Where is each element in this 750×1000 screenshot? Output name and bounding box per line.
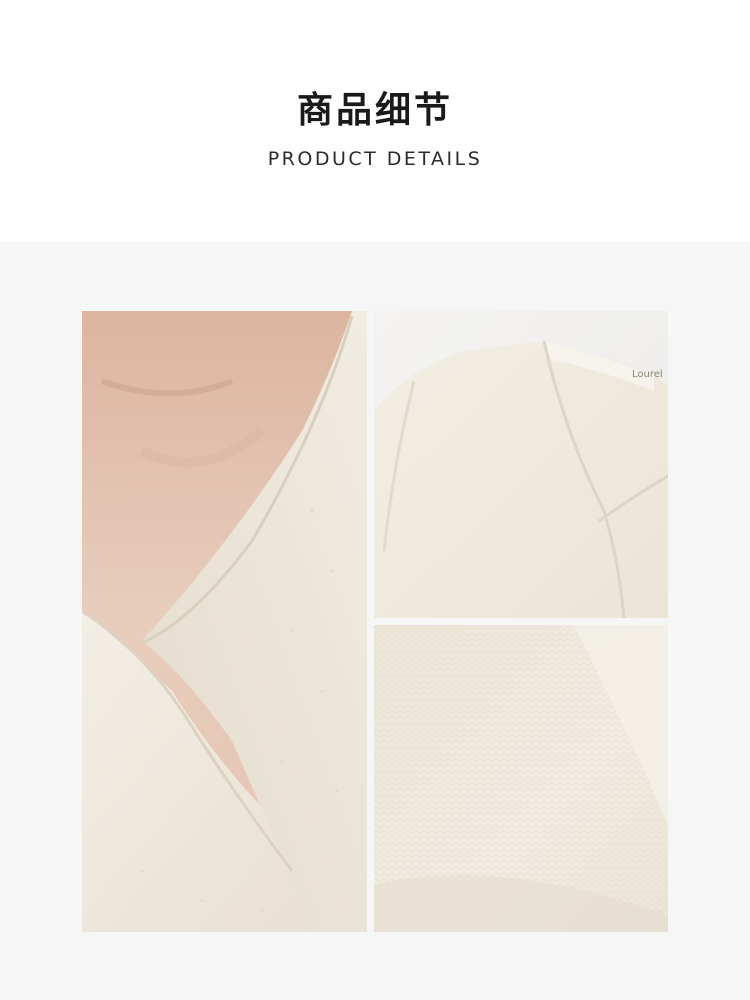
section-title-english: PRODUCT DETAILS [267,148,483,170]
section-title-chinese: 商品细节 [296,90,453,131]
detail-gallery: Lourel [0,242,750,1000]
knit-texture-image [374,625,668,932]
detail-photo-neckline-worn [82,311,367,932]
detail-photo-knit-texture [374,625,668,932]
neckline-worn-image [82,311,367,932]
neckline-flat-image: Lourel [374,311,668,618]
brand-label: Lourel [632,369,663,380]
product-details-page: 商品细节 PRODUCT DETAILS Lourel [0,0,750,1000]
detail-photo-neckline-flat: Lourel [374,311,668,618]
section-header: 商品细节 PRODUCT DETAILS [0,0,750,242]
svg-text:Lourel: Lourel [632,369,663,380]
